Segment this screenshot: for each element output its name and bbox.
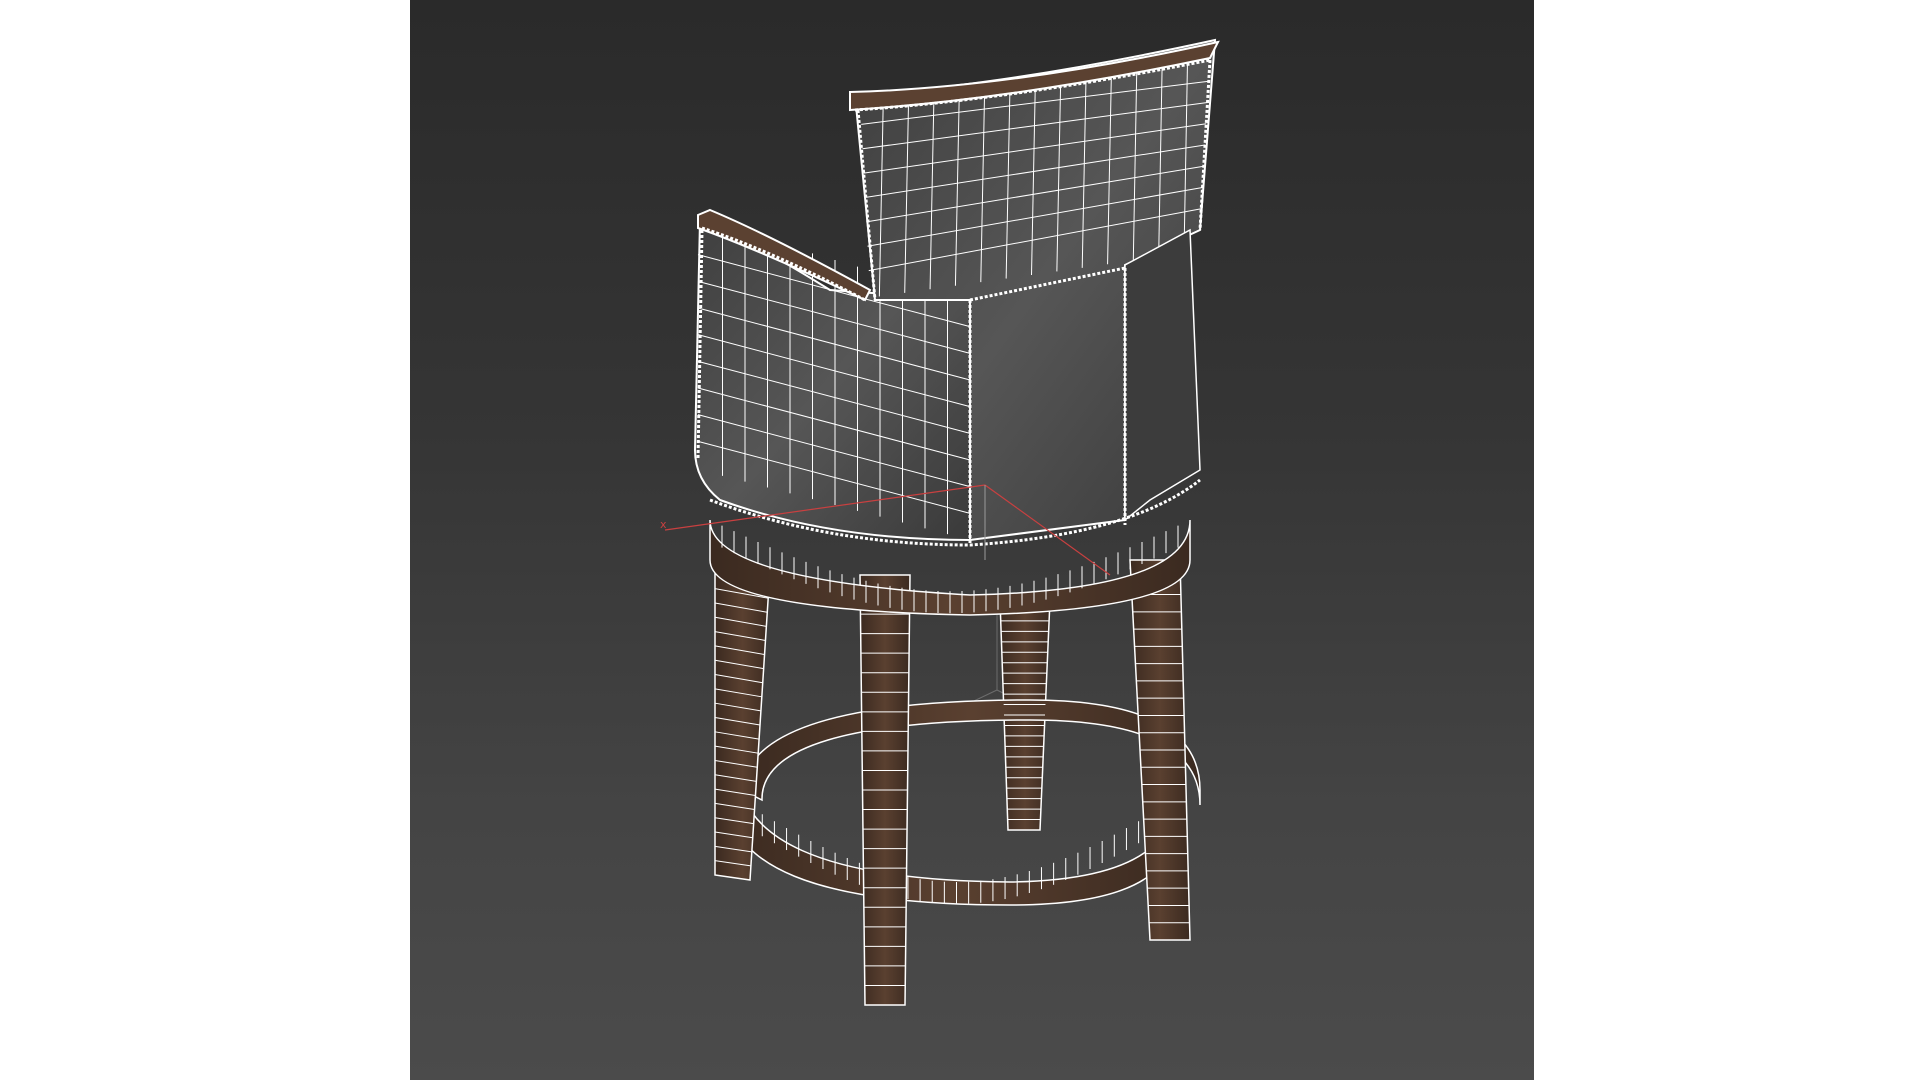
page-background: x — [0, 0, 1920, 1080]
3d-viewport[interactable]: x — [410, 0, 1534, 1080]
stool-wireframe-render[interactable]: x — [410, 0, 1534, 1080]
back-right-edge — [1124, 228, 1201, 522]
footrest-ring — [727, 699, 1201, 906]
leg-segment-lines — [714, 573, 1190, 986]
x-axis-label: x — [660, 518, 667, 531]
